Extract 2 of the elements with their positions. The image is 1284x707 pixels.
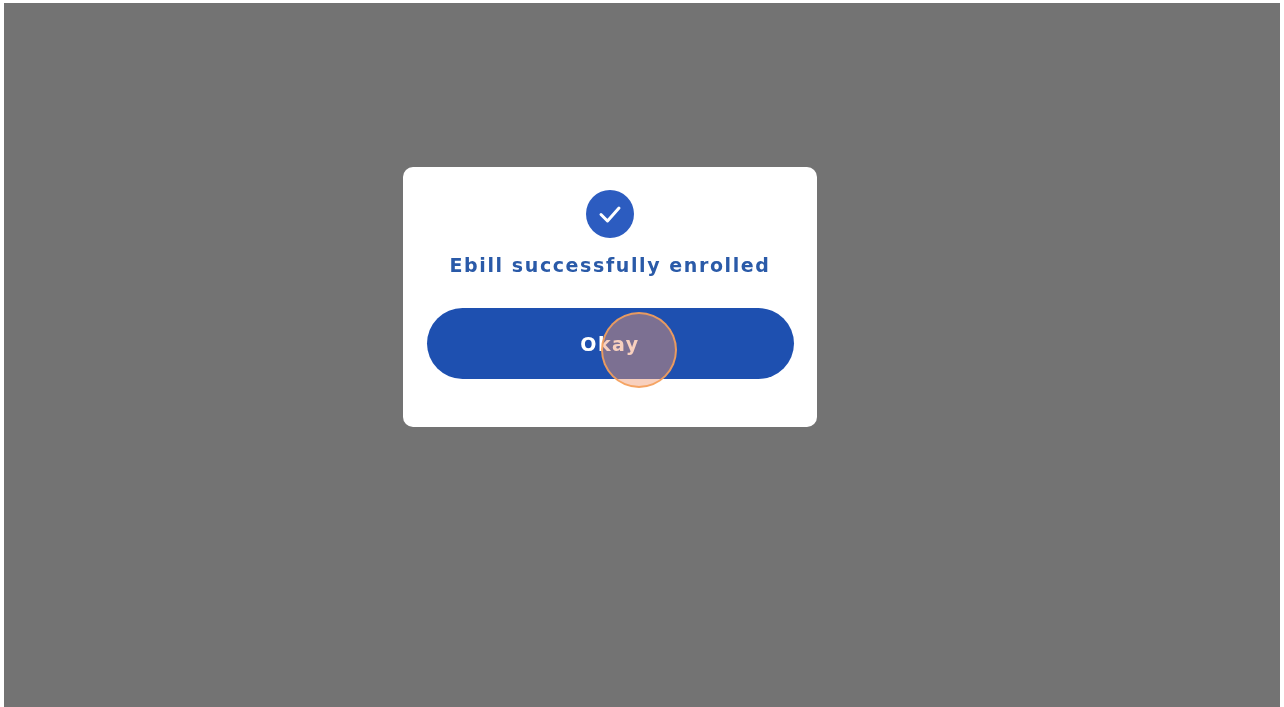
success-message: Ebill successfully enrolled: [449, 254, 771, 276]
check-icon: [586, 190, 634, 238]
